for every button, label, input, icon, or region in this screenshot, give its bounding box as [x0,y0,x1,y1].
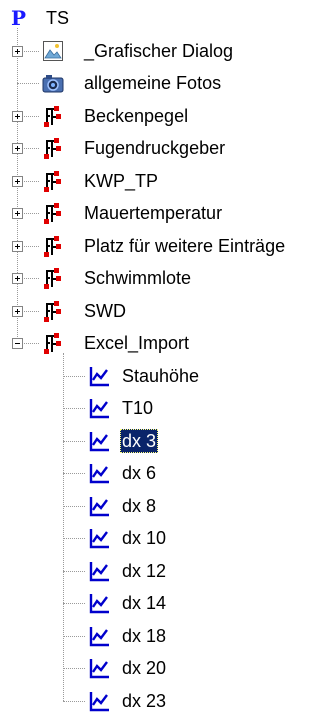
tree-item-beckenpegel[interactable]: Beckenpegel [82,104,190,128]
line-chart-icon [88,625,110,647]
tree-item-dx-14[interactable]: dx 14 [120,591,168,615]
tree-branch-line [63,408,85,409]
line-chart-icon [88,592,110,614]
tree-connector-line [17,28,18,345]
line-chart-icon [88,560,110,582]
line-chart-icon [88,527,110,549]
sensor-tree-icon [42,202,64,224]
tree-branch-line [17,83,39,84]
sensor-tree-icon [42,267,64,289]
tree-item-dx-8[interactable]: dx 8 [120,494,158,518]
project-p-icon: P [8,6,30,30]
tree-item-t10[interactable]: T10 [120,396,155,420]
collapse-button-excel-import[interactable] [12,338,23,349]
expand-button-beckenpegel[interactable] [12,110,23,122]
tree-item-fugendruckgeber[interactable]: Fugendruckgeber [82,136,227,160]
tree-item-schwimmlote[interactable]: Schwimmlote [82,266,193,290]
tree-branch-line [63,440,85,442]
tree-item-dx-20[interactable]: dx 20 [120,656,168,680]
tree-connector-line [63,353,64,701]
tree-item-allgemeine-fotos[interactable]: allgemeine Fotos [82,71,223,95]
tree-branch-line [63,668,85,669]
tree-item-kwp-tp[interactable]: KWP_TP [82,169,160,193]
expand-button-kwp-tp[interactable] [12,175,23,187]
line-chart-icon [88,690,110,712]
tree-item-grafischer-dialog[interactable]: _Grafischer Dialog [82,39,235,63]
tree-item-dx-23[interactable]: dx 23 [120,689,168,713]
tree-branch-line [63,505,85,507]
sensor-tree-icon [42,137,64,159]
tree-branch-line [63,538,85,539]
expand-button-mauertemperatur[interactable] [12,208,23,219]
tree-item-dx-18[interactable]: dx 18 [120,624,168,648]
line-chart-icon [88,462,110,484]
camera-icon [42,72,64,94]
tree-item-mauertemperatur[interactable]: Mauertemperatur [82,201,224,225]
expand-button-swd[interactable] [12,305,23,317]
root-label[interactable]: TS [44,6,71,30]
line-chart-icon [88,397,110,419]
tree-item-platz-für-weitere-einträge[interactable]: Platz für weitere Einträge [82,234,287,258]
picture-icon [42,40,64,62]
tree-branch-line [63,635,85,637]
sensor-tree-icon [42,300,64,322]
sensor-tree-icon [42,235,64,257]
tree-item-swd[interactable]: SWD [82,299,128,323]
expand-button-platz-für-weitere-einträge[interactable] [12,240,23,252]
tree-item-dx-10[interactable]: dx 10 [120,526,168,550]
line-chart-icon [88,495,110,517]
tree-item-excel-import[interactable]: Excel_Import [82,331,191,355]
tree-branch-line [63,473,85,474]
sensor-tree-icon [42,332,64,354]
expand-button-grafischer-dialog[interactable] [12,45,23,57]
tree-item-stauhöhe[interactable]: Stauhöhe [120,364,201,388]
line-chart-icon [88,430,110,452]
tree-item-dx-12[interactable]: dx 12 [120,559,168,583]
tree-item-dx-3[interactable]: dx 3 [120,428,159,453]
svg-text:P: P [11,7,26,29]
tree-branch-line [63,603,85,604]
line-chart-icon [88,365,110,387]
tree-item-dx-6[interactable]: dx 6 [120,461,158,485]
tree-branch-line [63,700,85,702]
tree-branch-line [63,375,85,377]
sensor-tree-icon [42,105,64,127]
expand-button-schwimmlote[interactable] [12,273,23,284]
sensor-tree-icon [42,170,64,192]
tree-branch-line [63,570,85,572]
expand-button-fugendruckgeber[interactable] [12,143,23,154]
line-chart-icon [88,657,110,679]
